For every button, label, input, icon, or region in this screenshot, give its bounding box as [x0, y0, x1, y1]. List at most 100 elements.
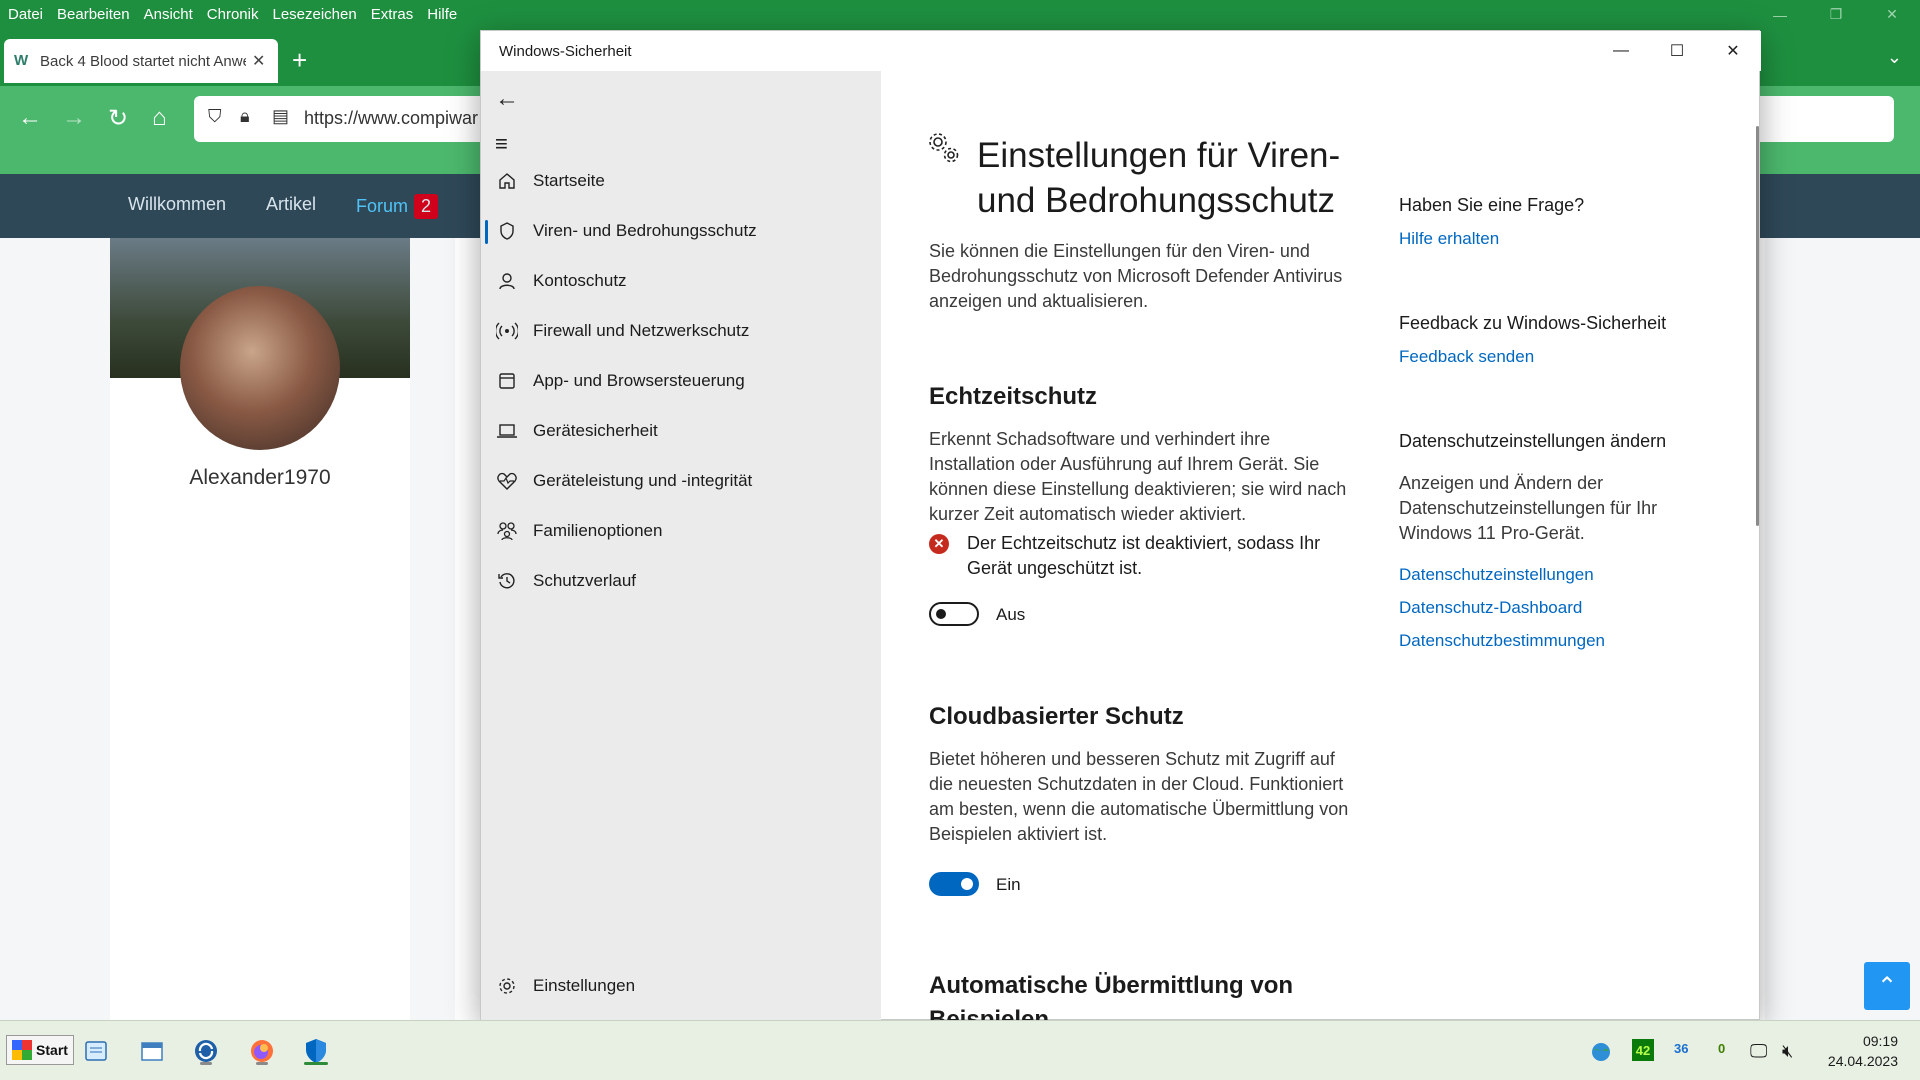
feedback-link[interactable]: Feedback senden — [1399, 347, 1534, 367]
clock-time: 09:19 — [1862, 1033, 1898, 1049]
site-favicon-icon: W — [14, 52, 29, 69]
cpu-temp-indicator[interactable]: 42 — [1632, 1039, 1654, 1061]
tab-title: Back 4 Blood startet nicht Anwe — [40, 52, 246, 70]
shield-icon — [495, 219, 519, 243]
tray-counter-blue[interactable]: 36 — [1674, 1041, 1688, 1056]
gears-icon — [927, 131, 961, 170]
running-indicator — [256, 1062, 268, 1065]
sidebar-item-geraeteleistung[interactable]: Geräteleistung und -integrität — [481, 459, 881, 503]
windows-flag-icon — [12, 1040, 33, 1060]
lock-icon[interactable]: 🔒︎ — [240, 106, 250, 127]
security-sidebar: ← ≡ Startseite Viren- und Bedrohungsschu… — [481, 71, 881, 1021]
taskbar-clock[interactable]: 09:19 24.04.2023 — [1828, 1031, 1898, 1071]
browser-menubar: Datei Bearbeiten Ansicht Chronik Lesezei… — [0, 0, 1920, 29]
back-arrow-icon[interactable]: ← — [495, 85, 519, 113]
sidebar-item-firewall[interactable]: Firewall und Netzwerkschutz — [481, 309, 881, 353]
start-button[interactable]: Start — [6, 1035, 74, 1065]
calendar-app-icon[interactable] — [134, 1033, 170, 1069]
sidebar-item-label: App- und Browsersteuerung — [533, 371, 745, 390]
reload-icon[interactable]: ↻ — [108, 104, 128, 133]
history-icon — [495, 569, 519, 593]
sidebar-item-familienoptionen[interactable]: Familienoptionen — [481, 509, 881, 553]
close-icon[interactable]: ✕ — [1864, 0, 1920, 29]
tray-counter-green[interactable]: 0 — [1718, 1041, 1725, 1056]
menu-datei[interactable]: Datei — [8, 6, 43, 23]
menu-extras[interactable]: Extras — [371, 6, 414, 23]
avatar[interactable] — [180, 286, 340, 450]
menu-ansicht[interactable]: Ansicht — [144, 6, 193, 23]
restore-icon[interactable]: ❐ — [1808, 0, 1864, 29]
firefox-app-icon[interactable] — [244, 1033, 280, 1069]
nav-forum-label: Forum — [356, 196, 409, 216]
family-icon — [495, 519, 519, 543]
sidebar-item-label: Viren- und Bedrohungsschutz — [533, 221, 757, 240]
browser-window-controls: — ❐ ✕ — [1752, 0, 1920, 29]
sidebar-item-label: Schutzverlauf — [533, 571, 636, 590]
auto-submit-heading: Automatische Übermittlung von Beispielen — [929, 972, 1294, 1021]
monitor-network-icon[interactable]: 🖵︎ — [1750, 1041, 1767, 1062]
privacy-heading: Datenschutzeinstellungen ändern — [1399, 431, 1667, 451]
minimize-icon[interactable]: — — [1593, 31, 1649, 71]
tracking-shield-icon[interactable]: ⛉ — [208, 106, 222, 127]
windows-security-app-icon[interactable] — [298, 1033, 334, 1069]
hamburger-menu-icon[interactable]: ≡ — [495, 131, 508, 157]
maximize-icon[interactable]: ☐ — [1649, 31, 1705, 71]
back-arrow-icon[interactable]: ← — [18, 104, 42, 132]
feedback-heading: Feedback zu Windows-Sicherheit — [1399, 313, 1667, 333]
browser-tab[interactable]: W Back 4 Blood startet nicht Anwe ✕ — [4, 39, 278, 83]
sidebar-item-startseite[interactable]: Startseite — [481, 159, 881, 203]
menu-hilfe[interactable]: Hilfe — [427, 6, 457, 23]
question-heading: Haben Sie eine Frage? — [1399, 195, 1585, 215]
page-info-icon[interactable]: ▤ — [272, 106, 289, 127]
error-icon: ✕ — [929, 534, 949, 554]
privacy-statement-link[interactable]: Datenschutzbestimmungen — [1399, 631, 1605, 651]
new-tab-icon[interactable]: + — [292, 45, 307, 76]
nav-artikel[interactable]: Artikel — [266, 194, 316, 215]
menu-bearbeiten[interactable]: Bearbeiten — [57, 6, 130, 23]
menu-lesezeichen[interactable]: Lesezeichen — [272, 6, 356, 23]
privacy-settings-link[interactable]: Datenschutzeinstellungen — [1399, 565, 1594, 585]
sidebar-item-viren-und-bedrohungsschutz[interactable]: Viren- und Bedrohungsschutz — [481, 209, 881, 253]
heart-pulse-icon — [495, 469, 519, 493]
close-icon[interactable]: ✕ — [1705, 31, 1761, 71]
realtime-toggle[interactable] — [929, 602, 979, 626]
minimize-icon[interactable]: — — [1752, 0, 1808, 29]
network-globe-icon[interactable] — [1590, 1041, 1612, 1066]
nav-forum[interactable]: Forum 2 — [356, 194, 439, 219]
update-sync-app-icon[interactable] — [188, 1033, 224, 1069]
sidebar-item-app-browsersteuerung[interactable]: App- und Browsersteuerung — [481, 359, 881, 403]
dialog-title: Windows-Sicherheit — [499, 43, 632, 60]
dialog-titlebar: Windows-Sicherheit — ☐ ✕ — [481, 31, 1761, 71]
dialog-window-controls: — ☐ ✕ — [1593, 31, 1761, 71]
nav-willkommen[interactable]: Willkommen — [128, 194, 226, 215]
help-aside: Haben Sie eine Frage? Hilfe erhalten Fee… — [1399, 71, 1739, 1021]
realtime-description: Erkennt Schadsoftware und verhindert ihr… — [929, 429, 1347, 524]
sidebar-item-label: Gerätesicherheit — [533, 421, 658, 440]
forward-arrow-icon[interactable]: → — [62, 104, 86, 132]
sidebar-item-geraetesicherheit[interactable]: Gerätesicherheit — [481, 409, 881, 453]
cloud-toggle-label: Ein — [996, 875, 1021, 894]
home-icon[interactable]: ⌂ — [152, 104, 167, 132]
clock-date: 24.04.2023 — [1827, 1053, 1898, 1069]
chevron-down-icon[interactable]: ⌄ — [1887, 47, 1902, 68]
sidebar-item-einstellungen[interactable]: Einstellungen — [481, 964, 881, 1008]
menu-chronik[interactable]: Chronik — [207, 6, 259, 23]
sidebar-item-kontoschutz[interactable]: Kontoschutz — [481, 259, 881, 303]
content-scrollbar[interactable] — [1756, 126, 1759, 526]
privacy-dashboard-link[interactable]: Datenschutz-Dashboard — [1399, 598, 1582, 618]
realtime-warning-text: Der Echtzeitschutz ist deaktiviert, soda… — [967, 533, 1321, 578]
privacy-description: Anzeigen und Ändern der Datenschutzeinst… — [1399, 473, 1658, 543]
scroll-to-top-icon[interactable]: ⌃ — [1864, 962, 1910, 1010]
page-title: Einstellungen für Viren- und Bedrohungss… — [977, 136, 1341, 220]
url-text[interactable]: https://www.compiwar — [304, 108, 478, 129]
notepad-app-icon[interactable] — [78, 1033, 114, 1069]
forum-badge: 2 — [414, 194, 439, 219]
cloud-toggle[interactable] — [929, 872, 979, 896]
sidebar-item-schutzverlauf[interactable]: Schutzverlauf — [481, 559, 881, 603]
tab-close-icon[interactable]: ✕ — [252, 51, 265, 71]
help-link[interactable]: Hilfe erhalten — [1399, 229, 1499, 249]
taskbar: Start 42 36 0 🖵︎ 🔇︎ 09:19 24.04.2023 — [0, 1020, 1920, 1080]
speaker-muted-icon[interactable]: 🔇︎ — [1782, 1041, 1793, 1062]
profile-username[interactable]: Alexander1970 — [110, 466, 410, 490]
gear-icon — [495, 974, 519, 998]
